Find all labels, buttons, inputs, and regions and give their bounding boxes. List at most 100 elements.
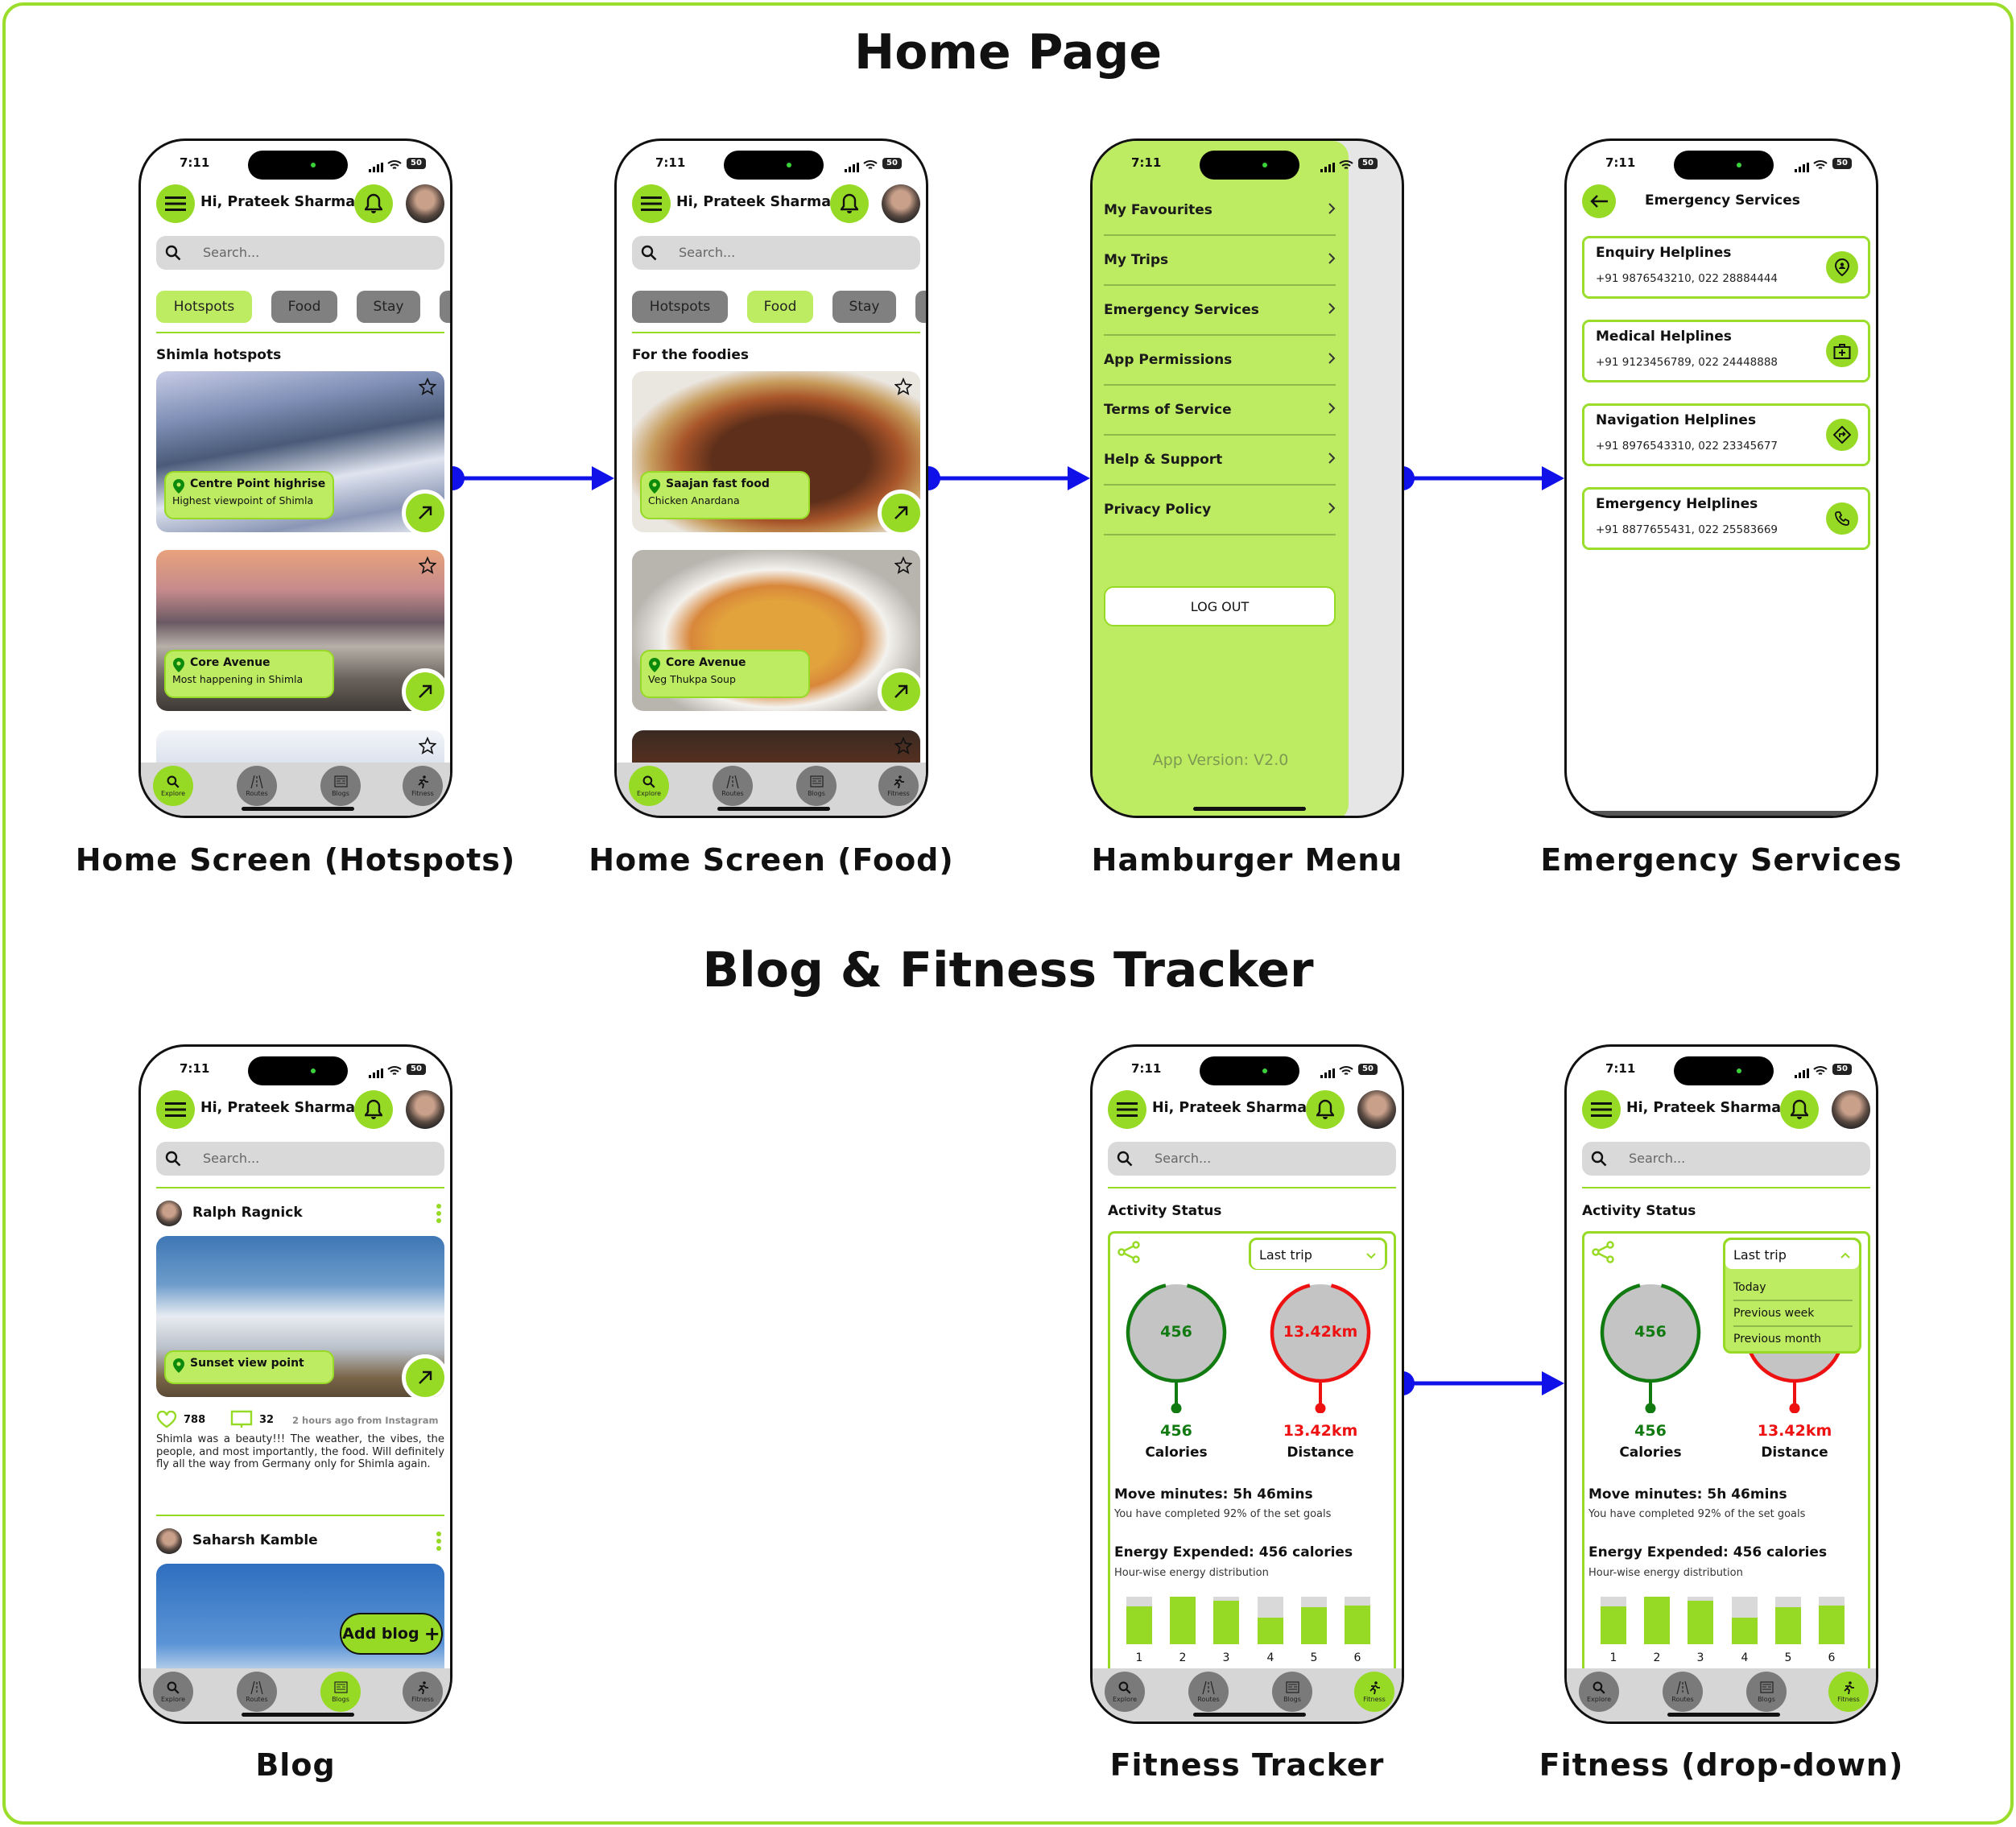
tab-hotspots[interactable]: Hotspots [156,291,252,323]
comment-icon[interactable] [230,1410,253,1429]
dropdown-selected[interactable]: Last trip [1725,1240,1859,1269]
more-options-icon[interactable] [436,1203,442,1224]
nav-routes[interactable]: Routes [713,766,753,806]
tab-more[interactable] [915,291,926,323]
helpline-action-button[interactable] [1826,502,1858,535]
menu-item-terms-of-service[interactable]: Terms of Service [1104,386,1336,436]
nav-fitness[interactable]: Fitness [1354,1672,1394,1712]
open-button[interactable] [402,668,444,711]
menu-button[interactable] [1108,1090,1146,1129]
nav-fitness[interactable]: Fitness [878,766,919,806]
helpline-action-button[interactable] [1826,335,1858,367]
search-input[interactable]: Search... [156,1142,444,1176]
period-dropdown[interactable]: Last trip [1249,1238,1387,1270]
menu-button[interactable] [1582,1090,1621,1129]
search-input[interactable]: Search... [632,236,920,270]
helpline-card[interactable]: Medical Helplines +91 9123456789, 022 244… [1582,320,1870,382]
avatar[interactable] [406,1090,444,1129]
open-button[interactable] [402,490,444,532]
place-card[interactable]: Core Avenue Most happening in Shimla [156,550,444,711]
nav-blogs[interactable]: Blogs [1746,1672,1787,1712]
helpline-card[interactable]: Emergency Helplines +91 8877655431, 022 2… [1582,487,1870,550]
open-button[interactable] [878,668,920,711]
menu-item-help-support[interactable]: Help & Support [1104,436,1336,486]
nav-routes[interactable]: Routes [1663,1672,1703,1712]
period-dropdown[interactable]: Last trip Today Previous week Previous mont… [1723,1238,1861,1354]
avatar[interactable] [1832,1090,1870,1129]
star-icon[interactable] [894,737,912,754]
share-icon[interactable] [1591,1240,1615,1264]
nav-fitness[interactable]: Fitness [403,766,443,806]
dropdown-option[interactable]: Today [1733,1277,1853,1301]
dropdown-selected[interactable]: Last trip [1251,1240,1385,1269]
notifications-button[interactable] [354,184,393,223]
dropdown-option[interactable]: Previous month [1733,1329,1853,1353]
tab-more[interactable] [440,291,450,323]
arrow-up-right-icon [416,504,434,522]
logout-button[interactable]: LOG OUT [1104,586,1336,626]
place-card[interactable]: Saajan fast food Chicken Anardana [632,371,920,532]
notifications-button[interactable] [1306,1090,1345,1129]
tab-food[interactable]: Food [747,291,813,323]
menu-button[interactable] [632,184,671,223]
menu-item-my-trips[interactable]: My Trips [1104,236,1336,286]
nav-explore[interactable]: Explore [153,766,193,806]
star-icon[interactable] [894,556,912,574]
avatar[interactable] [882,184,920,223]
tab-stay[interactable]: Stay [832,291,896,323]
nav-explore[interactable]: Explore [1579,1672,1619,1712]
nav-explore[interactable]: Explore [1105,1672,1145,1712]
nav-explore[interactable]: Explore [629,766,669,806]
author-avatar[interactable] [156,1528,182,1554]
nav-fitness[interactable]: Fitness [403,1672,443,1712]
heart-icon[interactable] [156,1411,177,1428]
helpline-card[interactable]: Enquiry Helplines +91 9876543210, 022 288… [1582,236,1870,299]
menu-item-my-favourites[interactable]: My Favourites [1104,186,1336,236]
tab-hotspots[interactable]: Hotspots [632,291,728,323]
nav-blogs[interactable]: Blogs [320,766,361,806]
nav-fitness[interactable]: Fitness [1828,1672,1869,1712]
add-blog-button[interactable]: Add blog + [340,1613,443,1655]
avatar[interactable] [1357,1090,1396,1129]
back-button[interactable] [1582,184,1616,218]
nav-blogs[interactable]: Blogs [796,766,837,806]
notifications-button[interactable] [830,184,869,223]
tab-stay[interactable]: Stay [357,291,420,323]
star-icon[interactable] [419,556,436,574]
helpline-card[interactable]: Navigation Helplines +91 8976543310, 022 … [1582,403,1870,466]
dropdown-option[interactable]: Previous week [1733,1303,1853,1327]
nav-blogs[interactable]: Blogs [320,1672,361,1712]
avatar[interactable] [406,184,444,223]
menu-item-privacy-policy[interactable]: Privacy Policy [1104,486,1336,535]
nav-blogs[interactable]: Blogs [1272,1672,1312,1712]
search-input[interactable]: Search... [156,236,444,270]
menu-item-app-permissions[interactable]: App Permissions [1104,336,1336,386]
menu-button[interactable] [156,1090,195,1129]
place-card[interactable]: Sunset view point [156,1236,444,1397]
nav-routes[interactable]: Routes [237,766,277,806]
place-card[interactable]: Centre Point highrise Highest viewpoint o… [156,371,444,532]
nav-routes[interactable]: Routes [237,1672,277,1712]
helpline-action-button[interactable] [1826,251,1858,283]
nav-explore[interactable]: Explore [153,1672,193,1712]
search-input[interactable]: Search... [1108,1142,1396,1176]
nav-routes[interactable]: Routes [1188,1672,1229,1712]
helpline-action-button[interactable] [1826,419,1858,451]
star-icon[interactable] [419,737,436,754]
tab-food[interactable]: Food [271,291,337,323]
open-button[interactable] [878,490,920,532]
menu-item-emergency-services[interactable]: Emergency Services [1104,286,1336,336]
notifications-button[interactable] [1780,1090,1819,1129]
open-button[interactable] [402,1354,444,1397]
star-icon[interactable] [419,378,436,395]
more-options-icon[interactable] [436,1531,442,1552]
add-blog-label: Add blog [342,1625,419,1643]
share-icon[interactable] [1117,1240,1141,1264]
author-avatar[interactable] [156,1201,182,1226]
search-input[interactable]: Search... [1582,1142,1870,1176]
notifications-button[interactable] [354,1090,393,1129]
search-icon [1593,1681,1605,1696]
menu-button[interactable] [156,184,195,223]
star-icon[interactable] [894,378,912,395]
place-card[interactable]: Core Avenue Veg Thukpa Soup [632,550,920,711]
